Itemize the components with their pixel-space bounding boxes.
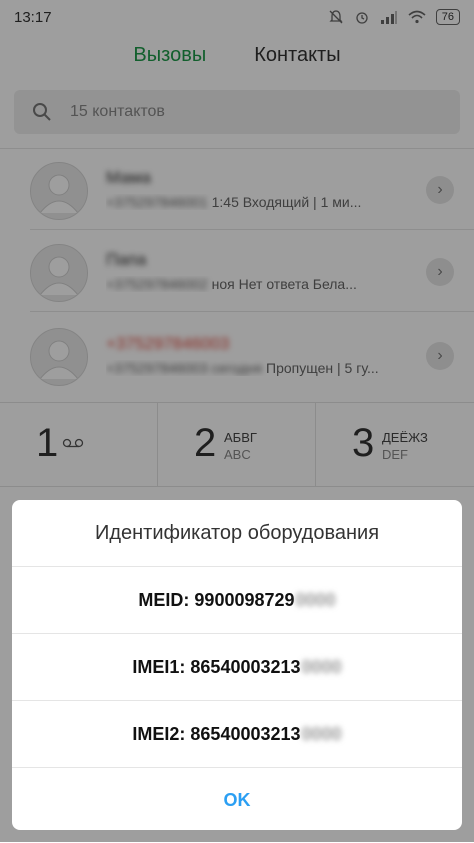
masked-digits: 0000 <box>301 656 342 677</box>
ok-button[interactable]: OK <box>12 767 462 830</box>
hardware-id-dialog: Идентификатор оборудования MEID: 9900098… <box>12 500 462 830</box>
masked-digits: 0000 <box>301 723 342 744</box>
dialog-title: Идентификатор оборудования <box>94 521 380 544</box>
imei1-value: IMEI1: 86540003213 <box>132 656 301 677</box>
meid-row: MEID: 9900098729 0000 <box>12 566 462 633</box>
imei2-value: IMEI2: 86540003213 <box>132 723 301 744</box>
imei1-row: IMEI1: 86540003213 0000 <box>12 633 462 700</box>
meid-value: MEID: 9900098729 <box>138 589 295 610</box>
imei2-row: IMEI2: 86540003213 0000 <box>12 700 462 767</box>
masked-digits: 0000 <box>295 589 336 610</box>
